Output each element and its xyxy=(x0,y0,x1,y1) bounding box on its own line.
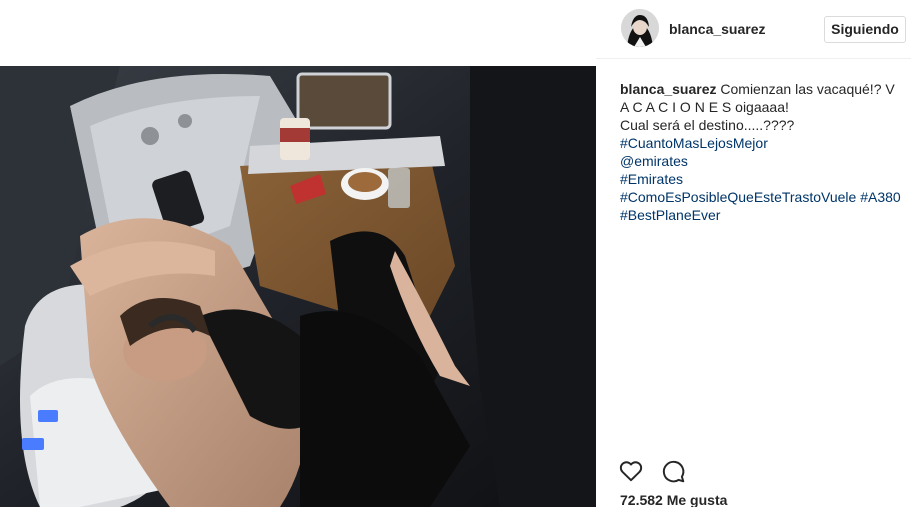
hashtag-link[interactable]: #Emirates xyxy=(620,171,683,187)
post-sidebar: blanca_suarez Siguiendo blanca_suarez Co… xyxy=(596,0,911,507)
post-actions xyxy=(618,458,686,484)
post-image[interactable] xyxy=(0,66,596,507)
heart-icon[interactable] xyxy=(618,458,644,484)
hashtag-link[interactable]: #BestPlaneEver xyxy=(620,207,720,223)
header-divider xyxy=(596,58,911,59)
caption-text-2: A C A C I O N E S oigaaaa! xyxy=(620,99,789,115)
following-button[interactable]: Siguiendo xyxy=(824,16,906,43)
mention-link[interactable]: @emirates xyxy=(620,153,688,169)
hashtag-link[interactable]: #ComoEsPosibleQueEsteTrastoVuele xyxy=(620,189,856,205)
caption-text-1: Comienzan las vacaqué!? V xyxy=(720,81,895,97)
author-username[interactable]: blanca_suarez xyxy=(669,21,766,37)
caption-author[interactable]: blanca_suarez xyxy=(620,81,717,97)
caption-line-1: blanca_suarez Comienzan las vacaqué!? V xyxy=(620,80,906,98)
hashtag-link[interactable]: #A380 xyxy=(860,189,900,205)
post-caption: blanca_suarez Comienzan las vacaqué!? V … xyxy=(620,80,906,224)
hashtag-link[interactable]: #CuantoMasLejosMejor xyxy=(620,135,768,151)
caption-text-3: Cual será el destino.....???? xyxy=(620,117,795,133)
avatar[interactable] xyxy=(621,9,659,47)
comment-icon[interactable] xyxy=(660,458,686,484)
post-header: blanca_suarez Siguiendo xyxy=(596,0,911,59)
like-count[interactable]: 72.582 Me gusta xyxy=(620,492,727,507)
